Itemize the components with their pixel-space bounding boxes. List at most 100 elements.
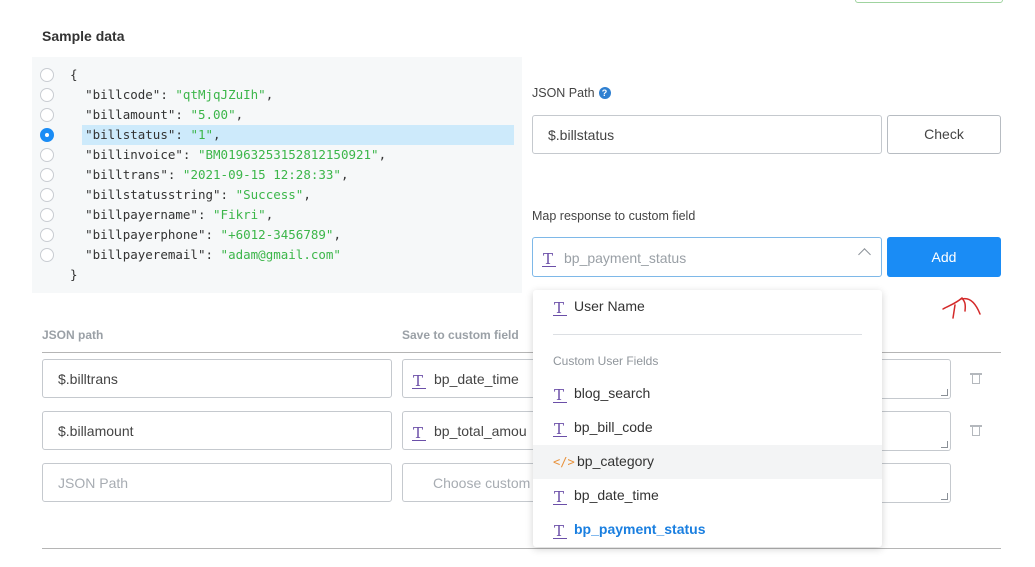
json-close-brace: } bbox=[70, 267, 78, 282]
new-custom-field-placeholder: Choose custom bbox=[433, 475, 531, 491]
json-open-brace: { bbox=[70, 67, 78, 82]
json-line-billpayername[interactable]: "billpayername": "Fikri", bbox=[32, 205, 522, 225]
json-value: "5.00" bbox=[190, 107, 236, 122]
json-value: "Fikri" bbox=[213, 207, 266, 222]
json-line-billtrans[interactable]: "billtrans": "2021-09-15 12:28:33", bbox=[32, 165, 522, 185]
json-key: "billcode" bbox=[85, 87, 161, 102]
delete-icon[interactable] bbox=[970, 373, 982, 384]
json-comma: , bbox=[265, 207, 274, 222]
row-custom-field-value: bp_total_amou bbox=[434, 423, 527, 439]
dropdown-item-bp-category[interactable]: </> bp_category bbox=[533, 445, 882, 479]
json-comma: , bbox=[333, 227, 341, 242]
json-path-input-value: $.billstatus bbox=[548, 127, 615, 143]
delete-icon[interactable] bbox=[970, 425, 982, 436]
radio-button[interactable] bbox=[40, 248, 54, 262]
row-value-textarea[interactable] bbox=[870, 359, 951, 399]
json-key: "billamount" bbox=[85, 107, 176, 122]
new-json-path-input[interactable]: JSON Path bbox=[42, 463, 392, 502]
text-field-icon bbox=[553, 522, 567, 540]
row-json-path-value: $.billamount bbox=[58, 423, 134, 439]
text-field-icon bbox=[553, 420, 567, 438]
json-path-input[interactable]: $.billstatus bbox=[532, 115, 882, 154]
row-custom-field-select[interactable]: bp_date_time bbox=[402, 359, 533, 398]
text-field-icon bbox=[412, 372, 426, 390]
custom-field-select-value: bp_payment_status bbox=[564, 250, 687, 266]
dropdown-item-bp-payment-status[interactable]: bp_payment_status bbox=[533, 513, 882, 547]
code-icon: </> bbox=[553, 455, 575, 469]
json-path-label-text: JSON Path bbox=[532, 86, 595, 100]
json-value: "adam@gmail.com" bbox=[220, 247, 341, 262]
json-key: "billpayername" bbox=[85, 207, 198, 222]
json-key: "billtrans" bbox=[85, 167, 168, 182]
json-line-billstatusstring[interactable]: "billstatusstring": "Success", bbox=[32, 185, 522, 205]
custom-field-select[interactable]: bp_payment_status bbox=[532, 237, 882, 277]
new-value-textarea[interactable] bbox=[870, 463, 951, 503]
row-custom-field-select[interactable]: bp_total_amou bbox=[402, 411, 533, 450]
row-value-textarea[interactable] bbox=[870, 411, 951, 451]
dropdown-item-label: blog_search bbox=[574, 385, 651, 401]
help-icon[interactable]: ? bbox=[598, 87, 611, 99]
dropdown-item-label: bp_category bbox=[577, 453, 655, 469]
text-field-icon bbox=[553, 488, 567, 506]
radio-button[interactable] bbox=[40, 88, 54, 102]
json-line-billpayeremail[interactable]: "billpayeremail": "adam@gmail.com" bbox=[32, 245, 522, 265]
json-key: "billpayeremail" bbox=[85, 247, 206, 262]
dropdown-item-label: bp_date_time bbox=[574, 487, 659, 503]
json-path-column-header: JSON path bbox=[42, 328, 104, 342]
chevron-up-icon[interactable] bbox=[858, 248, 871, 261]
json-comma: , bbox=[213, 127, 221, 142]
bottom-divider bbox=[42, 548, 1001, 549]
dropdown-item-label: bp_bill_code bbox=[574, 419, 653, 435]
radio-button[interactable] bbox=[40, 208, 54, 222]
dropdown-item-label: User Name bbox=[574, 298, 645, 314]
sample-data-panel: { "billcode": "qtMjqJZuIh", "billamount"… bbox=[32, 57, 522, 293]
json-key: "billstatus" bbox=[85, 127, 176, 142]
radio-button[interactable] bbox=[40, 108, 54, 122]
json-line-billstatus[interactable]: "billstatus": "1", bbox=[32, 125, 522, 145]
sample-data-title: Sample data bbox=[42, 28, 125, 44]
radio-button[interactable] bbox=[40, 188, 54, 202]
json-value: "Success" bbox=[235, 187, 304, 202]
json-line-billamount[interactable]: "billamount": "5.00", bbox=[32, 105, 522, 125]
radio-button-selected[interactable] bbox=[40, 128, 54, 142]
json-line-billpayerphone[interactable]: "billpayerphone": "+6012-3456789", bbox=[32, 225, 522, 245]
row-json-path-input[interactable]: $.billtrans bbox=[42, 359, 392, 398]
json-key: "billstatusstring" bbox=[85, 187, 221, 202]
text-field-icon bbox=[542, 250, 556, 268]
json-value: "BM01963253152812150921" bbox=[197, 147, 379, 162]
row-json-path-value: $.billtrans bbox=[58, 371, 118, 387]
text-field-icon bbox=[553, 386, 567, 404]
json-comma: , bbox=[340, 167, 349, 182]
json-key: "billpayerphone" bbox=[85, 227, 206, 242]
dropdown-group-label: Custom User Fields bbox=[553, 354, 659, 368]
json-line-billinvoice[interactable]: "billinvoice": "BM01963253152812150921", bbox=[32, 145, 522, 165]
text-field-icon bbox=[553, 299, 567, 317]
new-custom-field-select[interactable]: Choose custom bbox=[402, 463, 533, 502]
dropdown-separator bbox=[553, 334, 862, 335]
top-button-edge[interactable] bbox=[855, 0, 1003, 3]
radio-button[interactable] bbox=[40, 68, 54, 82]
json-open-line[interactable]: { bbox=[32, 65, 522, 85]
add-button[interactable]: Add bbox=[887, 237, 1001, 277]
json-key: "billinvoice" bbox=[85, 147, 183, 162]
dropdown-item-bp-date-time[interactable]: bp_date_time bbox=[533, 479, 882, 513]
radio-button[interactable] bbox=[40, 148, 54, 162]
json-comma: , bbox=[378, 147, 387, 162]
radio-button[interactable] bbox=[40, 228, 54, 242]
dropdown-item-blog-search[interactable]: blog_search bbox=[533, 377, 882, 411]
custom-field-dropdown: User Name Custom User Fields blog_search… bbox=[533, 290, 882, 547]
annotation-scribble bbox=[942, 296, 981, 319]
row-custom-field-value: bp_date_time bbox=[434, 371, 519, 387]
dropdown-item-bp-bill-code[interactable]: bp_bill_code bbox=[533, 411, 882, 445]
map-response-label: Map response to custom field bbox=[532, 209, 696, 223]
json-value: "+6012-3456789" bbox=[220, 227, 334, 242]
custom-field-column-header: Save to custom field bbox=[402, 328, 519, 342]
json-value: "qtMjqJZuIh" bbox=[175, 87, 266, 102]
dropdown-item-user-name[interactable]: User Name bbox=[533, 290, 882, 324]
text-field-icon bbox=[412, 424, 426, 442]
json-line-billcode[interactable]: "billcode": "qtMjqJZuIh", bbox=[32, 85, 522, 105]
radio-button[interactable] bbox=[40, 168, 54, 182]
json-close-line: } bbox=[32, 265, 522, 285]
check-button[interactable]: Check bbox=[887, 115, 1001, 154]
row-json-path-input[interactable]: $.billamount bbox=[42, 411, 392, 450]
